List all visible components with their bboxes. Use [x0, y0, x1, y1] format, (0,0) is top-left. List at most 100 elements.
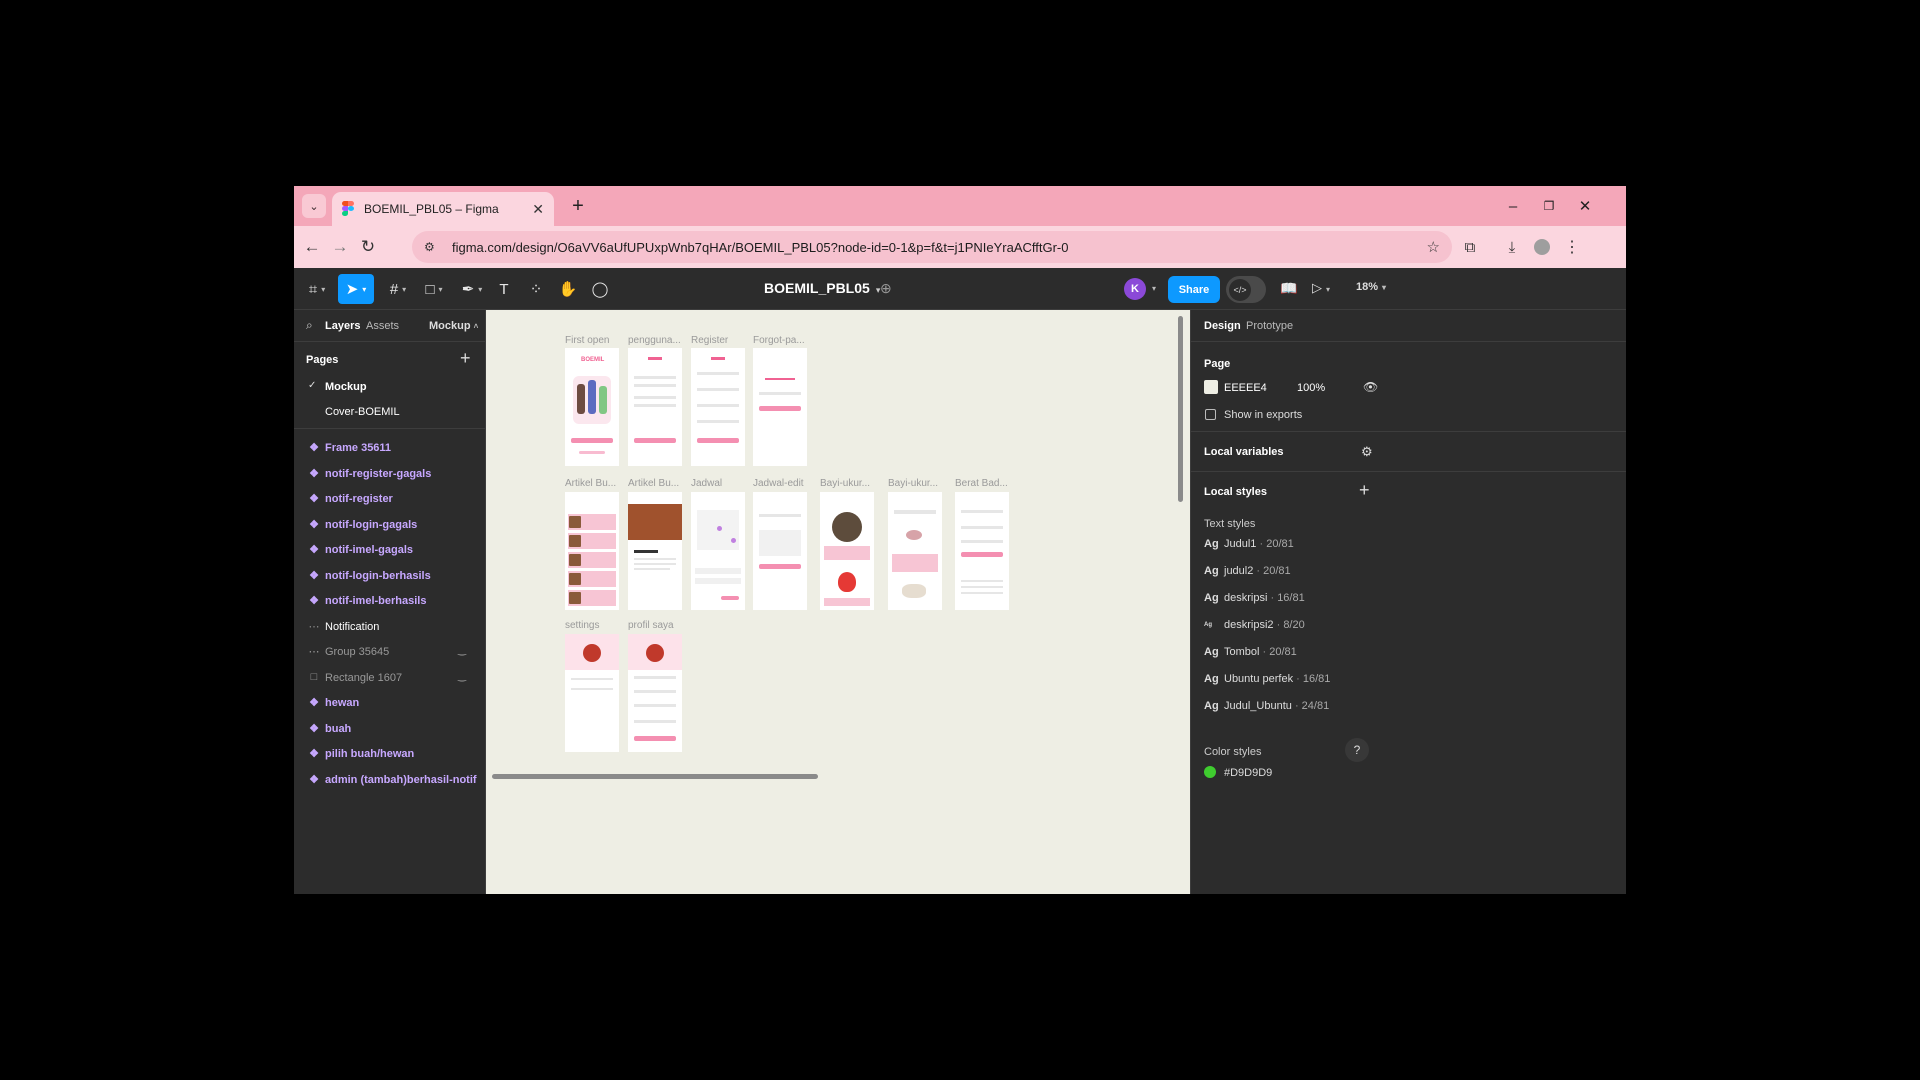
- url-input[interactable]: ⚙ figma.com/design/O6aVV6aUfUPUxpWnb7qHA…: [412, 231, 1452, 263]
- color-style-name[interactable]: #D9D9D9: [1224, 767, 1272, 779]
- frame-label[interactable]: Jadwal: [691, 478, 722, 489]
- tab-assets[interactable]: Assets: [366, 320, 399, 332]
- mockup-frame-articles[interactable]: [565, 492, 619, 610]
- hidden-eye-icon[interactable]: ‿: [458, 671, 466, 682]
- forward-icon[interactable]: →: [328, 235, 352, 259]
- frame-label[interactable]: Bayi-ukur...: [820, 478, 870, 489]
- page-color-hex[interactable]: EEEEE4: [1224, 382, 1267, 394]
- back-icon[interactable]: ←: [300, 235, 324, 259]
- mockup-frame-baby-size[interactable]: [820, 492, 874, 610]
- design-canvas[interactable]: First open pengguna... Register Forgot-p…: [486, 310, 1190, 894]
- frame-label[interactable]: settings: [565, 620, 599, 631]
- page-selector[interactable]: Mockup ˄: [429, 320, 478, 332]
- layer-item[interactable]: ❖ notif-register-gagals: [294, 461, 485, 487]
- profile-icon[interactable]: [1530, 235, 1554, 259]
- restore-icon[interactable]: ❐: [1534, 194, 1564, 218]
- plus-icon[interactable]: +: [566, 194, 590, 218]
- eye-icon[interactable]: 👁: [1363, 380, 1378, 394]
- download-icon[interactable]: ⤓: [1500, 235, 1524, 259]
- variables-icon[interactable]: ⚙: [1361, 444, 1373, 460]
- frame-label[interactable]: Artikel Bu...: [628, 478, 679, 489]
- tab-prototype[interactable]: Prototype: [1246, 320, 1293, 332]
- hidden-eye-icon[interactable]: ‿: [458, 645, 466, 656]
- layer-item[interactable]: ❖ buah: [294, 716, 485, 742]
- globe-icon[interactable]: ⊕: [880, 280, 892, 297]
- local-variables-section[interactable]: Local variables ⚙: [1191, 432, 1626, 472]
- move-tool-icon[interactable]: ➤ ▾: [338, 274, 374, 304]
- text-style-item[interactable]: Ag deskripsi · 16/81: [1204, 588, 1305, 608]
- page-opacity[interactable]: 100%: [1297, 382, 1325, 394]
- kebab-menu-icon[interactable]: ⋮: [1560, 235, 1584, 259]
- page-color-swatch[interactable]: [1204, 380, 1218, 394]
- minimize-icon[interactable]: –: [1498, 194, 1528, 218]
- show-in-exports-checkbox[interactable]: [1205, 409, 1216, 420]
- mockup-frame-schedule-edit[interactable]: [753, 492, 807, 610]
- text-style-item[interactable]: Ag deskripsi2 · 8/20: [1204, 615, 1305, 635]
- hand-tool-icon[interactable]: ✋: [556, 274, 580, 304]
- plus-icon[interactable]: +: [1359, 480, 1370, 501]
- tab-search-button[interactable]: ⌄: [302, 194, 326, 218]
- frame-label[interactable]: Bayi-ukur...: [888, 478, 938, 489]
- mockup-frame-article-detail[interactable]: [628, 492, 682, 610]
- layer-item[interactable]: ❖ Frame 35611: [294, 435, 485, 461]
- comment-icon[interactable]: ◯: [588, 274, 612, 304]
- text-style-item[interactable]: Ag Ubuntu perfek · 16/81: [1204, 669, 1330, 689]
- text-style-item[interactable]: Ag Judul1 · 20/81: [1204, 534, 1294, 554]
- layer-item[interactable]: ❖ pilih buah/hewan: [294, 741, 485, 767]
- text-style-item[interactable]: Ag judul2 · 20/81: [1204, 561, 1291, 581]
- extensions-icon[interactable]: ⧉: [1458, 235, 1482, 259]
- layer-item[interactable]: ❖ notif-imel-berhasils: [294, 588, 485, 614]
- mockup-frame-login[interactable]: [628, 348, 682, 466]
- layer-item[interactable]: ⋯ Notification: [294, 614, 485, 640]
- mockup-frame-weight[interactable]: [955, 492, 1009, 610]
- frame-label[interactable]: Berat Bad...: [955, 478, 1008, 489]
- mockup-frame-profile[interactable]: [628, 634, 682, 752]
- vertical-scrollbar[interactable]: [1178, 316, 1183, 502]
- plus-icon[interactable]: +: [460, 348, 471, 369]
- layer-item[interactable]: ❖ notif-imel-gagals: [294, 537, 485, 563]
- close-window-icon[interactable]: ✕: [1570, 194, 1600, 218]
- reload-icon[interactable]: ↻: [356, 235, 380, 259]
- frame-label[interactable]: Artikel Bu...: [565, 478, 616, 489]
- search-icon[interactable]: ⌕: [306, 318, 313, 333]
- color-style-swatch[interactable]: [1204, 766, 1216, 778]
- pen-tool-icon[interactable]: ✒ ▾: [456, 274, 488, 304]
- layer-item[interactable]: ❖ notif-login-berhasils: [294, 563, 485, 589]
- close-icon[interactable]: ✕: [532, 201, 544, 218]
- help-icon[interactable]: ?: [1345, 738, 1369, 762]
- text-tool-icon[interactable]: T: [492, 274, 516, 304]
- frame-label[interactable]: First open: [565, 335, 609, 346]
- layer-item[interactable]: ⋯ Group 35645 ‿: [294, 639, 485, 665]
- mockup-frame-schedule[interactable]: [691, 492, 745, 610]
- layer-item[interactable]: □ Rectangle 1607 ‿: [294, 665, 485, 691]
- layer-item[interactable]: ❖ notif-register: [294, 486, 485, 512]
- layer-item[interactable]: ❖ notif-login-gagals: [294, 512, 485, 538]
- star-icon[interactable]: ☆: [1427, 238, 1440, 256]
- shape-tool-icon[interactable]: □ ▾: [418, 274, 450, 304]
- page-item[interactable]: Cover-BOEMIL: [294, 399, 485, 424]
- text-style-item[interactable]: Ag Tombol · 20/81: [1204, 642, 1297, 662]
- share-button[interactable]: Share: [1168, 276, 1220, 303]
- mockup-frame-register[interactable]: [691, 348, 745, 466]
- components-icon[interactable]: ⁘: [524, 274, 548, 304]
- mockup-frame-settings[interactable]: [565, 634, 619, 752]
- frame-label[interactable]: Register: [691, 335, 728, 346]
- frame-label[interactable]: Jadwal-edit: [753, 478, 804, 489]
- mockup-frame-baby-size-2[interactable]: [888, 492, 942, 610]
- tab-design[interactable]: Design: [1204, 320, 1241, 332]
- frame-tool-icon[interactable]: # ▾: [382, 274, 414, 304]
- frame-label[interactable]: profil saya: [628, 620, 674, 631]
- page-item[interactable]: ✓ Mockup: [294, 374, 485, 399]
- frame-label[interactable]: pengguna...: [628, 335, 681, 346]
- browser-tab[interactable]: BOEMIL_PBL05 – Figma ✕: [332, 192, 554, 226]
- layer-item[interactable]: ❖ admin (tambah)berhasil-notif: [294, 767, 485, 793]
- text-style-item[interactable]: Ag Judul_Ubuntu · 24/81: [1204, 696, 1329, 716]
- mockup-frame-forgot-password[interactable]: [753, 348, 807, 466]
- library-icon[interactable]: 📖: [1280, 280, 1297, 297]
- layer-item[interactable]: ❖ hewan: [294, 690, 485, 716]
- document-name[interactable]: BOEMIL_PBL05 ▾: [764, 280, 880, 296]
- horizontal-scrollbar[interactable]: [492, 774, 818, 779]
- site-settings-icon[interactable]: ⚙: [424, 240, 442, 254]
- mockup-frame-first-open[interactable]: BOEMIL: [565, 348, 619, 466]
- dev-mode-toggle[interactable]: </>: [1226, 276, 1266, 303]
